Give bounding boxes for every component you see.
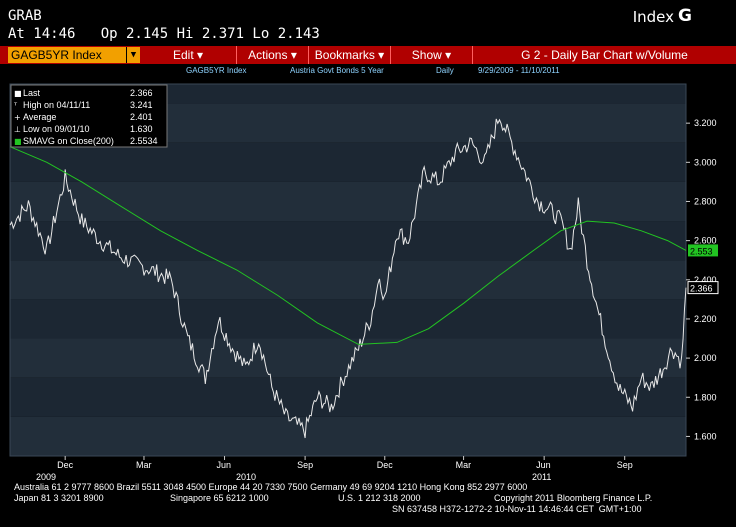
x-month-label: Dec: [377, 460, 394, 470]
x-month-label: Sep: [297, 460, 313, 470]
footer-contacts: Australia 61 2 9777 8600 Brazil 5511 304…: [0, 480, 736, 527]
legend-value: 2.5534: [130, 136, 158, 146]
low-marker-icon: ⊥: [14, 125, 21, 134]
legend-value: 3.241: [130, 100, 153, 110]
x-month-label: Jun: [536, 460, 551, 470]
background-band: [10, 260, 686, 300]
x-axis: Dec Mar Jun Sep Dec Mar Jun Sep 2009 2010 2011: [36, 456, 633, 480]
footer-line-2c: U.S. 1 212 318 2000: [338, 493, 421, 503]
footer-line-2b: Singapore 65 6212 1000: [170, 493, 269, 503]
background-band: [10, 377, 686, 417]
menu-bookmarks-label: Bookmarks: [314, 48, 375, 62]
chevron-down-icon: ▾: [197, 48, 204, 62]
background-band: [10, 299, 686, 339]
chart-function-title[interactable]: G 2 - Daily Bar Chart w/Volume: [473, 46, 736, 64]
ticker-label: GRAB: [8, 8, 42, 24]
chevron-down-icon: ▾: [378, 48, 385, 62]
y-tick-label: 1.800: [694, 392, 717, 402]
chevron-down-icon: ▾: [445, 48, 452, 62]
index-label: Index: [632, 8, 674, 26]
footer-line-2a: Japan 81 3 3201 8900: [14, 493, 104, 503]
last-marker-icon: ■: [14, 89, 22, 98]
menu-edit[interactable]: Edit ▾: [140, 46, 237, 64]
legend-label: High on 04/11/11: [23, 100, 90, 110]
y-tick-label: 1.600: [694, 431, 717, 441]
y-tick-label: 3.000: [694, 157, 717, 167]
y-tick-label: 2.000: [694, 353, 717, 363]
menu-edit-label: Edit: [172, 48, 194, 62]
legend-label: SMAVG on Close(200): [23, 136, 114, 146]
y-tick-label: 2.800: [694, 196, 717, 206]
menu-bookmarks[interactable]: Bookmarks ▾: [309, 46, 391, 64]
background-band: [10, 181, 686, 222]
menu-show[interactable]: Show ▾: [391, 46, 473, 64]
legend-label: Average: [23, 112, 56, 122]
chart-legend: ■ Last 2.366ᵀ High on 04/11/11 3.241+ Average…: [10, 84, 168, 148]
quote-line: At 14:46 Op 2.145 Hi 2.371 Lo 2.143: [8, 26, 320, 42]
x-month-label: Jun: [217, 460, 232, 470]
footer-line-1: Australia 61 2 9777 8600 Brazil 5511 304…: [14, 482, 528, 492]
x-year-label: 2010: [236, 472, 256, 480]
legend-label: Low on 09/01/10: [23, 124, 90, 134]
y-tick-label: 2.200: [694, 314, 717, 324]
smavg-marker-icon: ■: [14, 137, 22, 146]
footer-line-3: SN 637458 H372-1272-2 10-Nov-11 14:46:44…: [392, 504, 642, 514]
y-tick-label: 3.200: [694, 118, 717, 128]
x-year-label: 2011: [532, 472, 551, 480]
legend-value: 2.366: [130, 88, 153, 98]
background-band: [10, 142, 686, 182]
x-year-label: 2009: [36, 472, 56, 480]
x-month-label: Dec: [57, 460, 74, 470]
terminal-header: GRAB At 14:46 Op 2.145 Hi 2.371 Lo 2.143…: [0, 0, 736, 46]
y-tick-label: 2.600: [694, 236, 717, 246]
smavg-value-label: 2.553: [690, 246, 713, 256]
chevron-down-icon: ▾: [290, 48, 297, 62]
security-input[interactable]: GAGB5YR Index: [8, 47, 126, 63]
g-function-icon[interactable]: G: [678, 6, 692, 26]
footer-line-2d: Copyright 2011 Bloomberg Finance L.P.: [494, 493, 653, 503]
menu-show-label: Show: [411, 48, 442, 62]
average-marker-icon: +: [14, 113, 21, 122]
y-axis: 3.2003.0002.8002.6002.4002.2002.0001.800…: [686, 118, 717, 441]
background-band: [10, 416, 686, 456]
legend-value: 1.630: [130, 124, 153, 134]
info-range: 9/29/2009 - 11/10/2011: [478, 66, 560, 75]
last-value-label: 2.366: [690, 284, 713, 294]
menu-actions-label: Actions: [248, 48, 288, 62]
legend-value: 2.401: [130, 112, 153, 122]
chart-info-bar: GAGB5YR Index Austria Govt Bonds 5 Year …: [0, 65, 736, 79]
x-month-label: Sep: [617, 460, 633, 470]
x-month-label: Mar: [136, 460, 152, 470]
info-name: Austria Govt Bonds 5 Year: [290, 66, 384, 75]
chevron-down-icon[interactable]: ▼: [126, 47, 140, 63]
legend-label: Last: [23, 88, 41, 98]
info-period: Daily: [436, 66, 454, 75]
x-month-label: Mar: [456, 460, 472, 470]
info-ticker: GAGB5YR Index: [186, 66, 247, 75]
price-chart[interactable]: 3.2003.0002.8002.6002.4002.2002.0001.800…: [0, 80, 736, 480]
menu-actions[interactable]: Actions ▾: [237, 46, 309, 64]
